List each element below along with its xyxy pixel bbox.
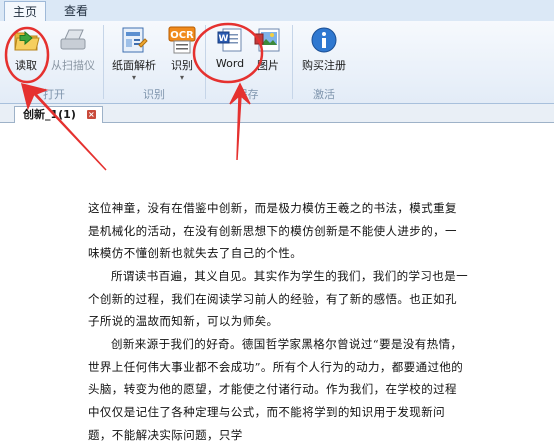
group-separator	[205, 25, 206, 99]
save-word-button[interactable]: W Word	[210, 23, 250, 70]
ribbon-tab-bar: ▫ 主页 查看	[0, 0, 554, 22]
tab-view[interactable]: 查看	[56, 1, 96, 21]
page-analysis-label: 纸面解析	[112, 59, 156, 72]
scanner-button[interactable]: 从扫描仪	[47, 23, 99, 73]
ocr-icon: OCR	[167, 25, 197, 55]
document-paragraph: 所谓读书百遍，其义自见。其实作为学生的我们，我们的学习也是一个创新的过程，我们在…	[88, 269, 468, 329]
save-image-label: 图片	[257, 59, 279, 72]
document-view: 这位神童，没有在借鉴中创新，而是极力模仿王羲之的书法，模式重复是机械化的活动，在…	[0, 123, 554, 442]
document-paragraph: 这位神童，没有在借鉴中创新，而是极力模仿王羲之的书法，模式重复是机械化的活动，在…	[88, 201, 457, 261]
group-separator	[292, 25, 293, 99]
document-paragraph: 创新来源于我们的好奇。德国哲学家黑格尔曾说过“要是没有热情，世界上任何伟大事业都…	[88, 337, 464, 442]
group-label-open: 打开	[43, 88, 65, 101]
image-icon	[253, 25, 283, 55]
purchase-register-label: 购买注册	[302, 59, 346, 72]
info-icon	[309, 25, 339, 55]
svg-text:OCR: OCR	[170, 30, 194, 41]
recognize-label: 识别	[171, 59, 193, 72]
ribbon-toolbar: 读取 从扫描仪 纸面解析 ▾ OCR 识别 ▾ 识别 W Word 图片 保存 …	[0, 21, 554, 104]
folder-open-icon	[11, 25, 41, 55]
document-tab-label: 创新_1(1)	[23, 108, 76, 121]
read-button[interactable]: 读取	[8, 23, 44, 73]
word-document-icon: W	[215, 25, 245, 55]
tab-home[interactable]: 主页	[4, 1, 47, 22]
save-image-button[interactable]: 图片	[251, 23, 285, 73]
group-label-activate: 激活	[313, 88, 335, 101]
page-layout-icon	[119, 25, 149, 55]
close-tab-icon[interactable]: ×	[86, 110, 96, 119]
read-label: 读取	[15, 59, 37, 72]
group-separator	[103, 25, 104, 99]
page-analysis-button[interactable]: 纸面解析 ▾	[108, 23, 160, 82]
svg-text:W: W	[219, 34, 229, 44]
scanner-label: 从扫描仪	[51, 59, 95, 72]
document-tab-bar: 创新_1(1) ×	[0, 104, 554, 123]
save-word-label: Word	[215, 57, 245, 70]
scanner-icon	[58, 25, 88, 55]
dropdown-arrow-icon[interactable]: ▾	[164, 73, 200, 82]
group-label-save: 保存	[236, 88, 259, 101]
recognize-button[interactable]: OCR 识别 ▾	[164, 23, 200, 82]
group-label-recognize: 识别	[143, 88, 165, 101]
dropdown-arrow-icon[interactable]: ▾	[108, 73, 160, 82]
purchase-register-button[interactable]: 购买注册	[296, 23, 352, 73]
document-tab[interactable]: 创新_1(1) ×	[14, 106, 103, 123]
